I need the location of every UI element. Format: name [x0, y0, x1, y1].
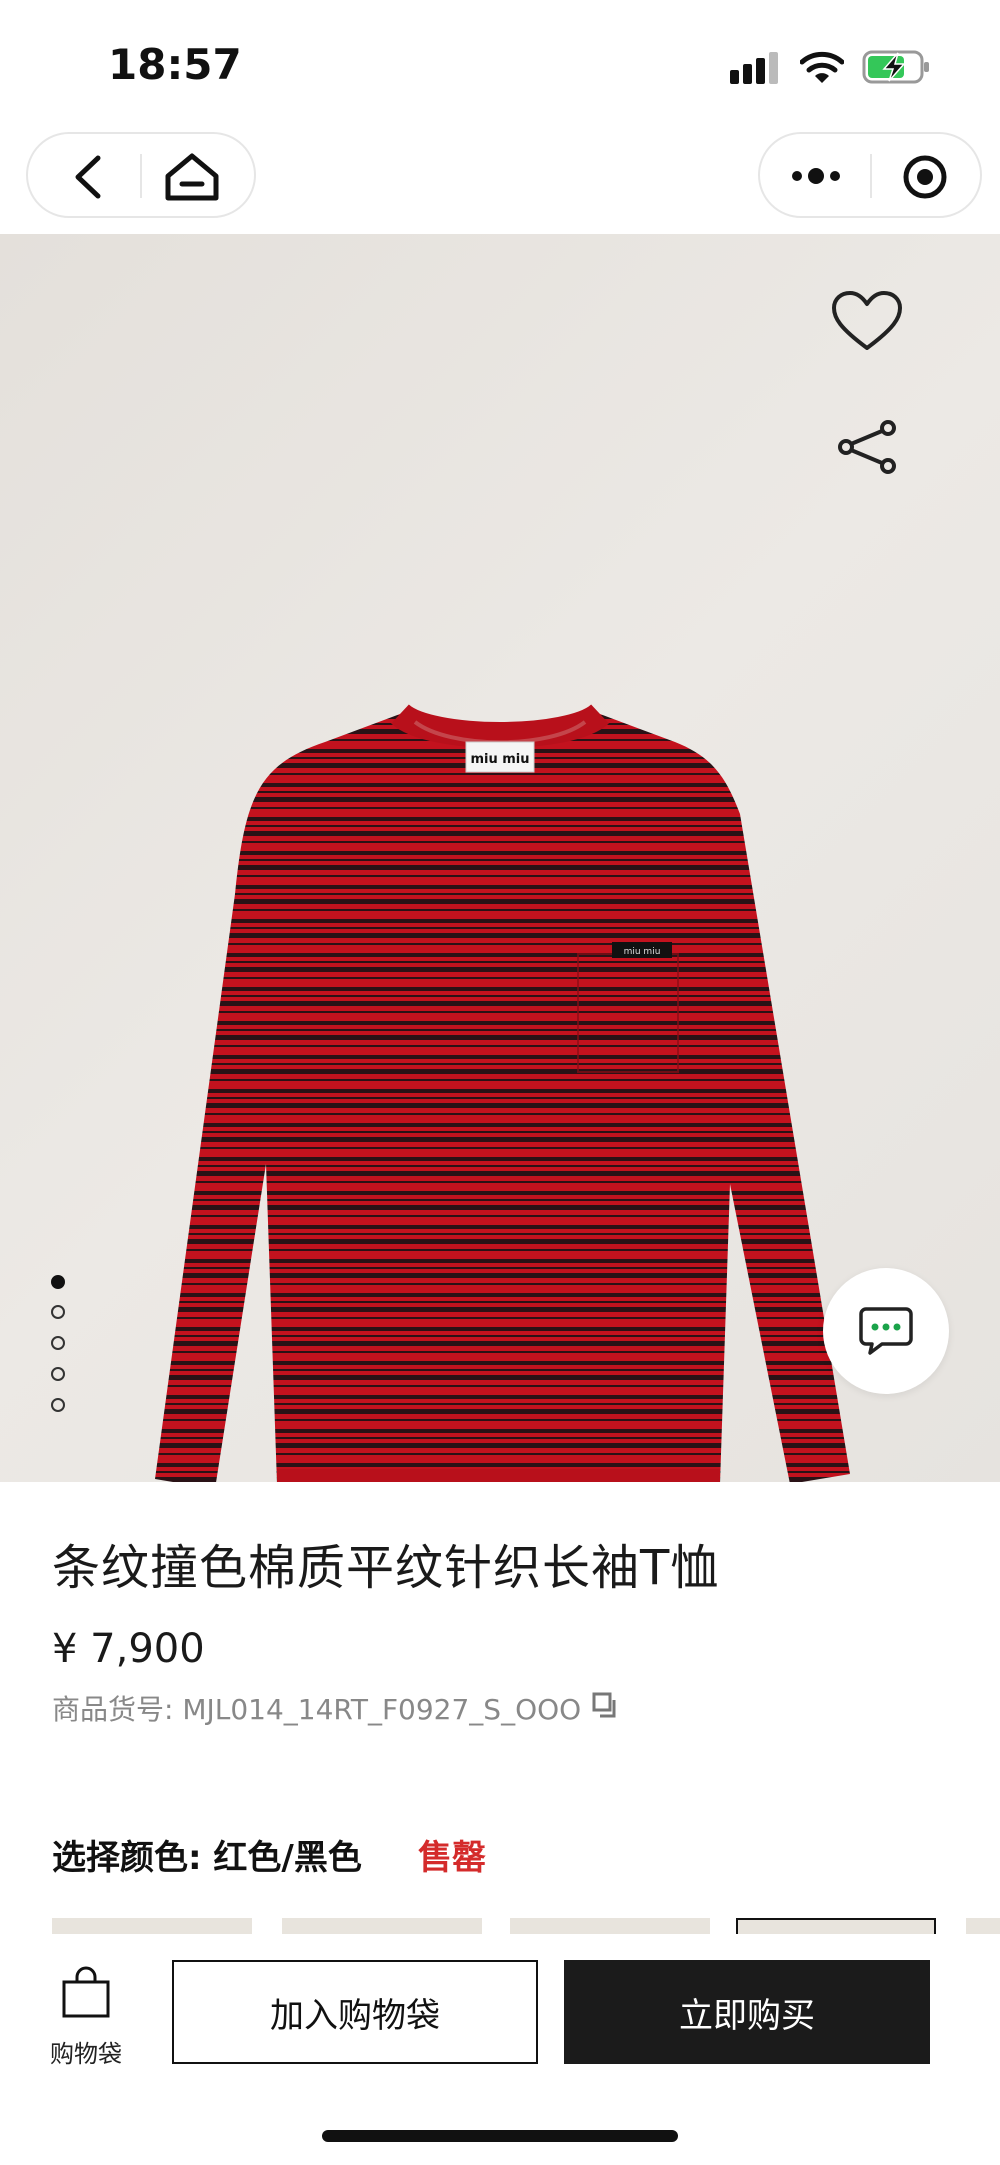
battery-charging-icon	[862, 50, 929, 84]
pocket-label-text: miu miu	[624, 947, 661, 957]
sold-out-badge: 售罄	[418, 1838, 486, 1878]
product-sku: 商品货号: MJL014_14RT_F0927_S_OOO	[52, 1693, 582, 1726]
nav-capsule-left	[26, 132, 256, 218]
wifi-icon	[800, 51, 844, 83]
home-indicator	[322, 2130, 678, 2142]
gallery-dot-2[interactable]	[51, 1305, 65, 1319]
product-image: miu miu miu miu	[155, 703, 850, 1482]
share-icon[interactable]	[836, 420, 898, 474]
copy-icon[interactable]	[590, 1690, 620, 1720]
color-selector-label: 选择颜色: 红色/黑色	[52, 1838, 362, 1878]
gallery-dot-3[interactable]	[51, 1336, 65, 1350]
close-miniprogram-icon[interactable]	[902, 154, 948, 200]
buy-now-button[interactable]: 立即购买	[564, 1960, 930, 2064]
shopping-bag-label[interactable]: 购物袋	[50, 2034, 122, 2069]
divider	[140, 154, 142, 198]
product-price: ¥ 7,900	[52, 1626, 205, 1672]
product-title: 条纹撞色棉质平纹针织长袖T恤	[52, 1540, 720, 1596]
add-to-bag-button[interactable]: 加入购物袋	[172, 1960, 538, 2064]
mini-program-capsule	[758, 132, 982, 218]
shopping-bag-icon[interactable]	[60, 1966, 112, 2020]
gallery-dot-1[interactable]	[51, 1275, 65, 1289]
gallery-dot-5[interactable]	[51, 1398, 65, 1412]
gallery-dot-4[interactable]	[51, 1367, 65, 1381]
status-time: 18:57	[108, 40, 242, 89]
home-icon[interactable]	[164, 152, 220, 202]
chat-bubble-icon	[859, 1307, 913, 1355]
more-options-icon[interactable]	[790, 164, 842, 188]
back-arrow-icon[interactable]	[70, 154, 106, 200]
divider	[870, 154, 872, 198]
customer-service-chat-button[interactable]	[823, 1268, 949, 1394]
favorite-heart-icon[interactable]	[830, 290, 904, 354]
cellular-signal-icon	[730, 52, 778, 84]
neck-label-text: miu miu	[470, 752, 529, 767]
